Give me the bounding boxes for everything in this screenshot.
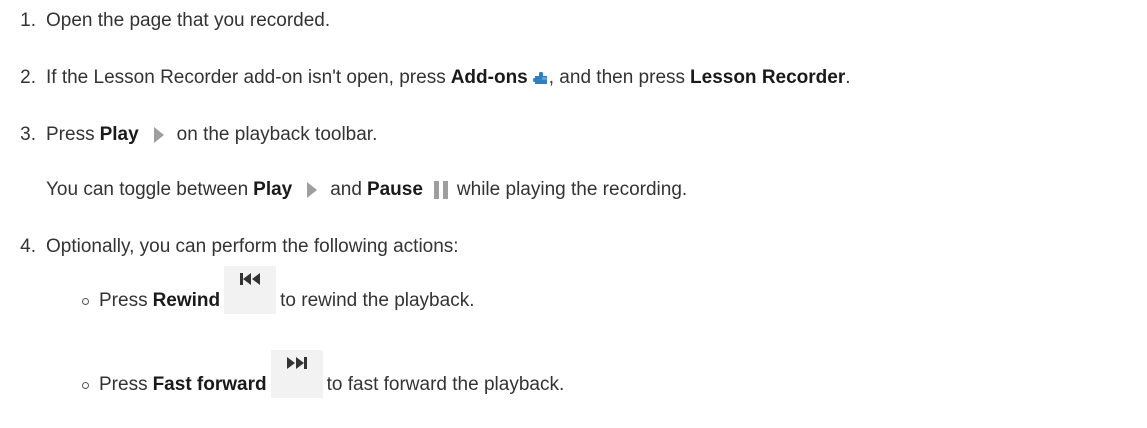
step-3-note: You can toggle between Play and Pause wh… — [46, 178, 687, 202]
step-text: Open the page that you recorded. — [46, 10, 331, 31]
lesson-recorder-label: Lesson Recorder — [690, 67, 846, 88]
step-number: 3. — [20, 124, 36, 145]
step-text: , and then press — [548, 67, 686, 88]
step-number: 2. — [20, 67, 36, 88]
step-text: Optionally, you can perform the followin… — [46, 236, 459, 257]
play-label: Play — [99, 124, 139, 145]
pause-icon — [433, 180, 449, 200]
action-text: Press — [99, 374, 148, 395]
fast-forward-icon — [286, 357, 307, 369]
step-text: Press — [46, 124, 95, 145]
note-text: while playing the recording. — [456, 179, 688, 200]
action-rewind: Press Rewind to rewind the playback. — [82, 266, 475, 314]
action-text: to fast forward the playback. — [326, 374, 565, 395]
step-number: 4. — [20, 236, 36, 257]
action-fast-forward: Press Fast forward to fast forward the p… — [82, 350, 565, 398]
rewind-label: Rewind — [152, 290, 221, 311]
bullet — [82, 297, 89, 305]
rewind-icon — [240, 273, 261, 285]
play-icon — [306, 181, 318, 199]
action-text: to rewind the playback. — [280, 290, 475, 311]
addons-label: Add-ons — [450, 67, 528, 88]
play-label: Play — [253, 179, 293, 200]
rewind-button — [224, 266, 277, 314]
step-3: 3. Press Play on the playback toolbar. — [6, 123, 377, 147]
step-number: 1. — [20, 10, 36, 31]
bullet — [82, 381, 89, 389]
step-1: 1. Open the page that you recorded. — [6, 9, 330, 33]
step-text: If the Lesson Recorder add-on isn't open… — [46, 67, 446, 88]
note-text: and — [330, 179, 362, 200]
fast-forward-button — [270, 350, 323, 398]
fast-forward-label: Fast forward — [152, 374, 267, 395]
step-4: 4. Optionally, you can perform the follo… — [6, 235, 459, 259]
action-text: Press — [99, 290, 148, 311]
note-text: You can toggle between — [46, 179, 249, 200]
step-text: . — [845, 67, 851, 88]
step-text: on the playback toolbar. — [176, 124, 378, 145]
puzzle-piece-icon — [532, 70, 549, 86]
pause-label: Pause — [366, 179, 423, 200]
step-2: 2. If the Lesson Recorder add-on isn't o… — [6, 66, 851, 90]
play-icon — [153, 126, 165, 144]
